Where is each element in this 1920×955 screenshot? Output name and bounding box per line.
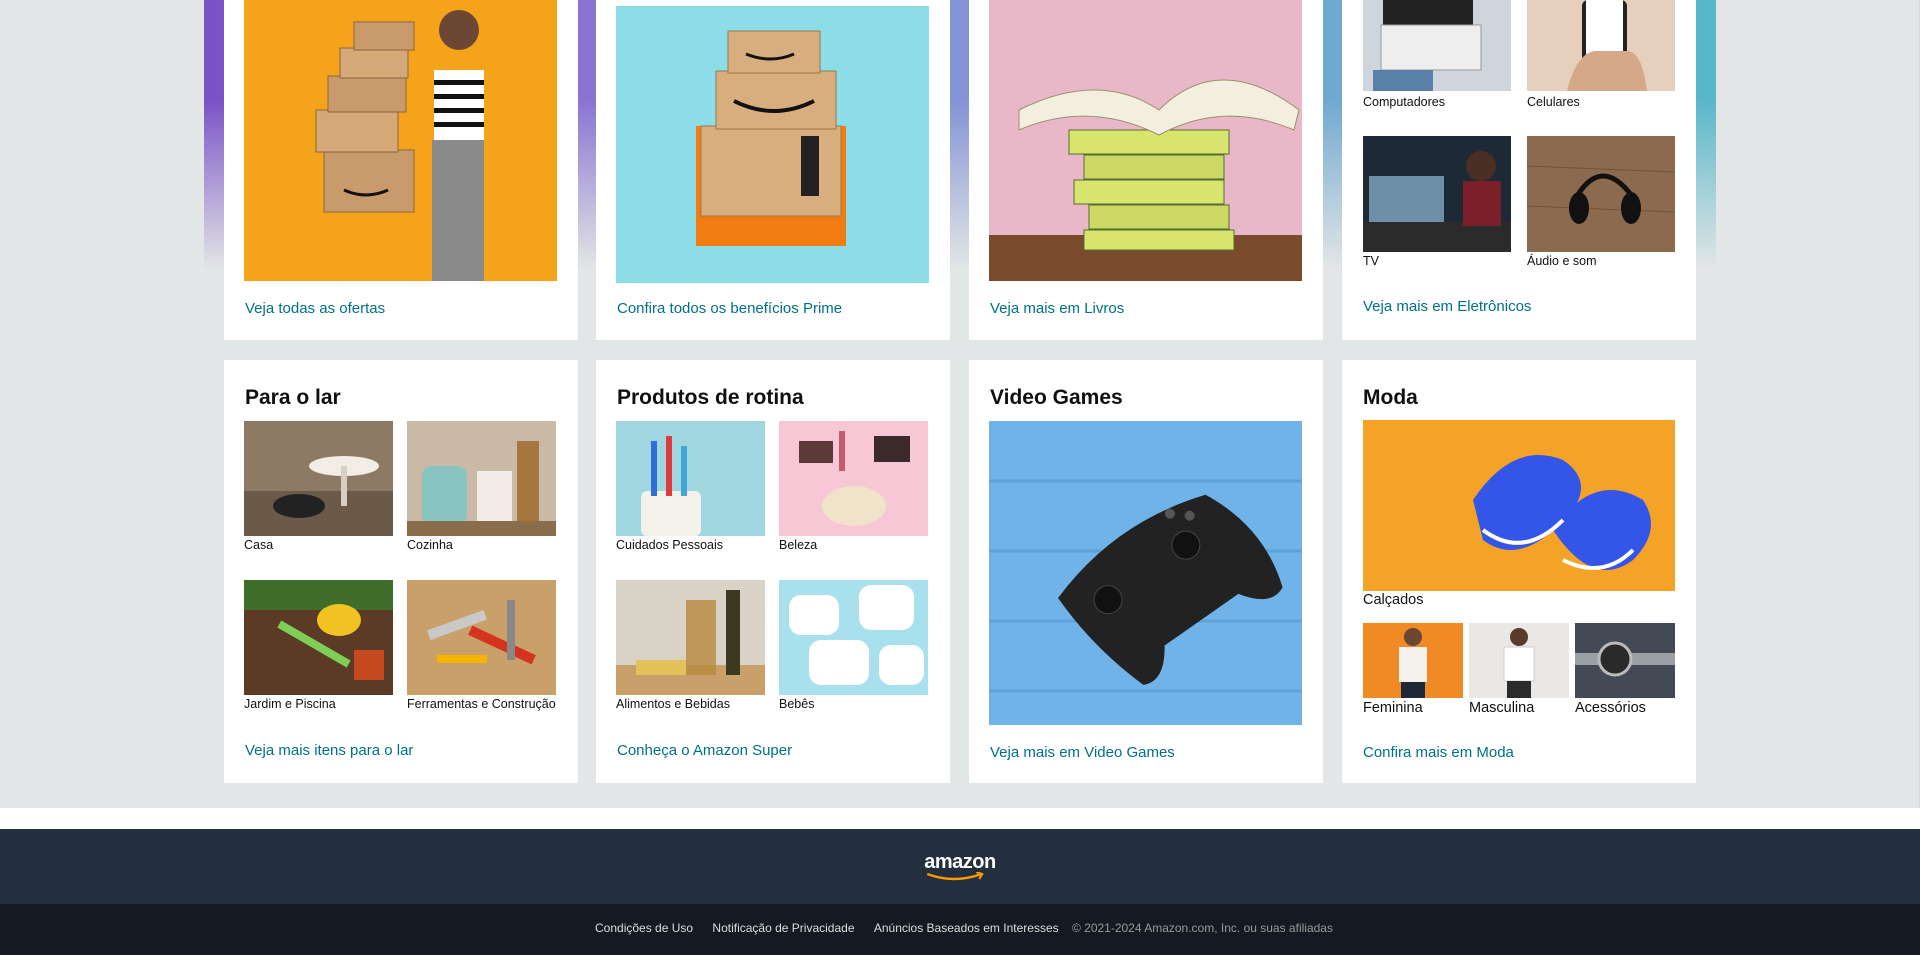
copyright-text: © 2021-2024 Amazon.com, Inc. ou suas afi… bbox=[1071, 921, 1333, 935]
accessories-label: Acessórios bbox=[1575, 700, 1646, 716]
kitchen-label: Cozinha bbox=[407, 538, 453, 552]
women-label: Feminina bbox=[1363, 700, 1423, 716]
fashion-link[interactable]: Confira mais em Moda bbox=[1363, 744, 1514, 761]
tv-image[interactable] bbox=[1363, 136, 1511, 252]
terms-of-use-link[interactable]: Condições de Uso bbox=[595, 921, 693, 935]
fashion-card-title: Moda bbox=[1363, 386, 1418, 409]
home-card-title: Para o lar bbox=[245, 386, 341, 409]
electronics-link[interactable]: Veja mais em Eletrônicos bbox=[1363, 298, 1531, 315]
shoes-image[interactable] bbox=[1363, 420, 1675, 591]
see-all-deals-link[interactable]: Veja todas as ofertas bbox=[245, 300, 385, 317]
video-games-image[interactable] bbox=[989, 421, 1302, 725]
garden-image[interactable] bbox=[244, 580, 393, 695]
prime-benefits-link[interactable]: Confira todos os benefícios Prime bbox=[617, 300, 842, 317]
deals-image[interactable] bbox=[244, 0, 557, 281]
prime-image[interactable] bbox=[616, 6, 929, 283]
deals-card: Veja todas as ofertas bbox=[224, 0, 578, 340]
phones-image[interactable] bbox=[1527, 0, 1675, 91]
footer-links: Condições de Uso Notificação de Privacid… bbox=[0, 921, 1920, 935]
beauty-label: Beleza bbox=[779, 538, 818, 552]
home-label: Casa bbox=[244, 538, 274, 552]
computers-image[interactable] bbox=[1363, 0, 1511, 91]
personal-care-label: Cuidados Pessoais bbox=[616, 538, 724, 552]
privacy-notice-link[interactable]: Notificação de Privacidade bbox=[712, 921, 854, 935]
phones-label: Celulares bbox=[1527, 95, 1580, 109]
food-label: Alimentos e Bebidas bbox=[616, 697, 730, 711]
amazon-logo[interactable]: amazon bbox=[924, 851, 996, 881]
garden-label: Jardim e Piscina bbox=[244, 697, 336, 711]
computers-label: Computadores bbox=[1363, 95, 1445, 109]
home-image[interactable] bbox=[244, 421, 393, 536]
accessories-image[interactable] bbox=[1575, 623, 1675, 698]
women-image[interactable] bbox=[1363, 623, 1463, 698]
routine-card-title: Produtos de rotina bbox=[617, 386, 804, 409]
amazon-smile-icon bbox=[926, 872, 984, 881]
beauty-image[interactable] bbox=[779, 421, 928, 536]
books-card: Veja mais em Livros bbox=[969, 0, 1323, 340]
men-image[interactable] bbox=[1469, 623, 1569, 698]
electronics-card: Computadores Celulares TV Áudio e som Ve… bbox=[1342, 0, 1696, 340]
amazon-logo-text: amazon bbox=[924, 851, 996, 873]
fashion-card: Moda Calçados Feminina Masculina Acessór… bbox=[1342, 360, 1696, 783]
games-card-title: Video Games bbox=[990, 386, 1123, 409]
personal-care-image[interactable] bbox=[616, 421, 765, 536]
food-image[interactable] bbox=[616, 580, 765, 695]
kitchen-image[interactable] bbox=[407, 421, 556, 536]
prime-card: Confira todos os benefícios Prime bbox=[596, 0, 950, 340]
tools-image[interactable] bbox=[407, 580, 556, 695]
interest-based-ads-link[interactable]: Anúncios Baseados em Interesses bbox=[874, 921, 1059, 935]
video-games-link[interactable]: Veja mais em Video Games bbox=[990, 744, 1175, 761]
home-card: Para o lar Casa Cozinha Jardim e Piscina… bbox=[224, 360, 578, 783]
routine-card: Produtos de rotina Cuidados Pessoais Bel… bbox=[596, 360, 950, 783]
baby-image[interactable] bbox=[779, 580, 928, 695]
games-card: Video Games Veja mais em Video Games bbox=[969, 360, 1323, 783]
footer-links-bar: Condições de Uso Notificação de Privacid… bbox=[0, 904, 1920, 955]
tv-label: TV bbox=[1363, 254, 1379, 268]
baby-label: Bebês bbox=[779, 697, 815, 711]
shoes-label: Calçados bbox=[1363, 592, 1424, 608]
audio-image[interactable] bbox=[1527, 136, 1675, 252]
amazon-super-link[interactable]: Conheça o Amazon Super bbox=[617, 742, 792, 759]
audio-label: Áudio e som bbox=[1527, 254, 1597, 268]
home-link[interactable]: Veja mais itens para o lar bbox=[245, 742, 413, 759]
books-image[interactable] bbox=[989, 0, 1302, 281]
men-label: Masculina bbox=[1469, 700, 1535, 716]
books-link[interactable]: Veja mais em Livros bbox=[990, 300, 1124, 317]
tools-label: Ferramentas e Construção bbox=[407, 697, 556, 711]
footer-logo-bar: amazon bbox=[0, 829, 1920, 904]
